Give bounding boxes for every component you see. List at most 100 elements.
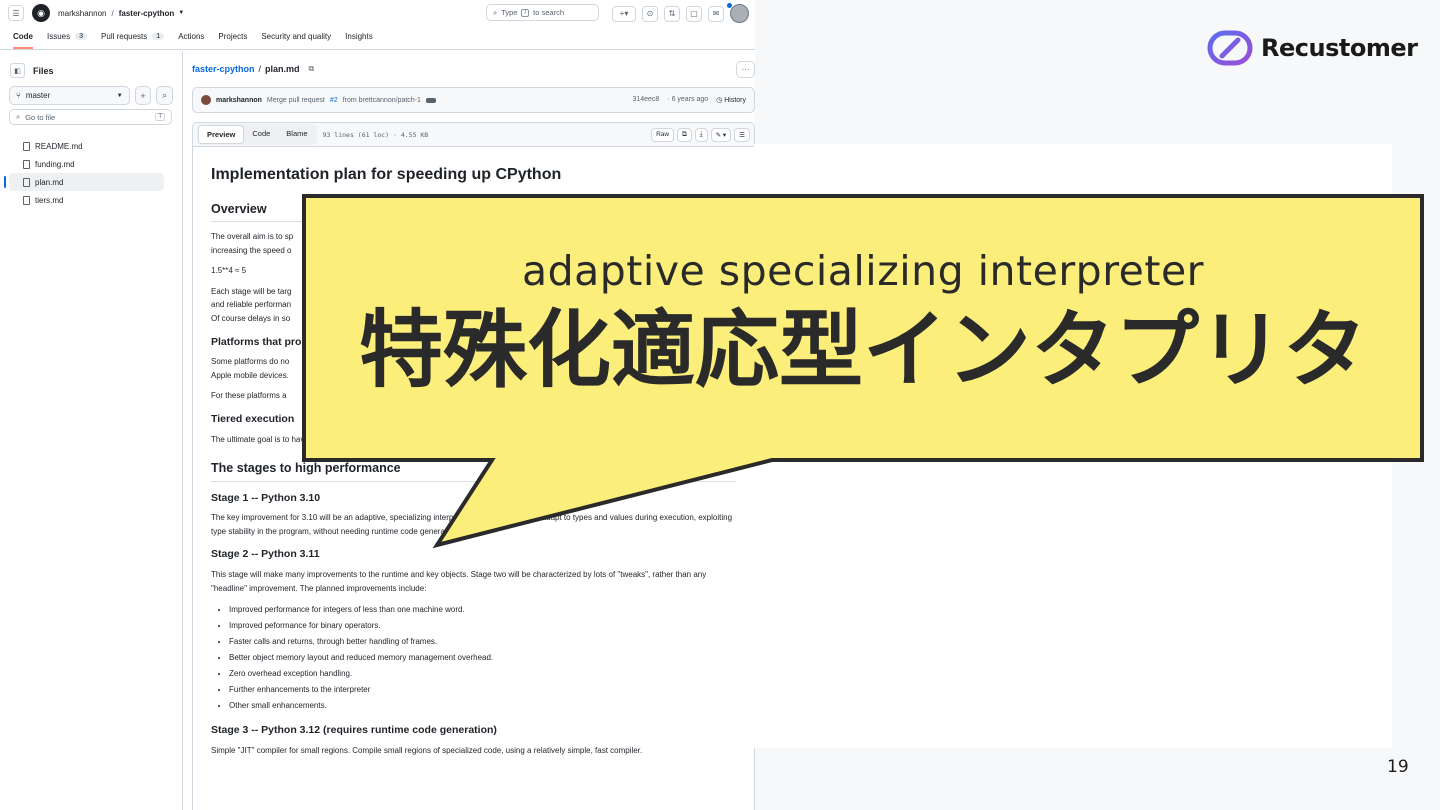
list-item: Improved peformance for binary operators…: [229, 618, 736, 634]
breadcrumb-separator: /: [111, 8, 114, 18]
download-icon[interactable]: ⤓: [694, 127, 708, 142]
file-tree-sidebar: ◧ Files ⑂ master ▼ + ⌕ ⌕ Go to file T RE…: [0, 51, 183, 810]
file-tree: README.md funding.md plan.md tiers.md: [0, 137, 182, 209]
issues-count: 3: [75, 33, 88, 40]
commit-meta: 314eec8 · 6 years ago ◷ History: [632, 96, 746, 104]
file-icon: [23, 195, 30, 205]
tree-item-tiers[interactable]: tiers.md: [9, 191, 164, 209]
collapse-panel-icon[interactable]: ◧: [10, 63, 25, 78]
preview-tab[interactable]: Preview: [198, 125, 245, 144]
recustomer-logo-icon: [1207, 30, 1253, 66]
paragraph: Simple "JIT" compiler for small regions.…: [211, 745, 643, 755]
search-files-button[interactable]: ⌕: [156, 86, 173, 105]
file-icon: [23, 159, 30, 169]
file-icon: [23, 177, 30, 187]
branch-icon: ⑂: [16, 91, 21, 100]
search-prefix: Type: [501, 8, 518, 17]
tab-insights[interactable]: Insights: [345, 32, 373, 49]
breadcrumb-file: plan.md: [265, 64, 300, 74]
commit-hash[interactable]: 314eec8: [632, 96, 659, 104]
search-suffix: to search: [533, 8, 564, 17]
issues-icon[interactable]: ⊙: [642, 5, 658, 22]
commit-message-start[interactable]: Merge pull request: [267, 97, 325, 104]
create-new-icon[interactable]: +▾: [612, 5, 636, 22]
chevron-down-icon[interactable]: ▼: [178, 10, 184, 16]
blame-tab[interactable]: Blame: [278, 125, 315, 144]
user-avatar[interactable]: [730, 4, 749, 23]
branch-selector[interactable]: ⑂ master ▼: [9, 86, 130, 105]
search-input[interactable]: ⌕ Type / to search: [486, 4, 599, 21]
file-toolbar: Preview Code Blame 93 lines (61 loc) · 4…: [193, 123, 754, 147]
search-icon: ⌕: [16, 112, 21, 121]
tree-item-funding[interactable]: funding.md: [9, 155, 164, 173]
header-actions: +▾ ⊙ ⇅ ▢ ✉: [612, 3, 749, 23]
raw-button[interactable]: Raw: [651, 127, 675, 142]
history-link[interactable]: ◷ History: [716, 96, 746, 104]
file-breadcrumb: faster-cpython / plan.md ⧉: [192, 51, 755, 87]
more-options-icon[interactable]: ···: [736, 61, 755, 78]
file-icon: [23, 141, 30, 151]
list-item: Further enhancements to the interpreter: [229, 682, 736, 698]
search-icon: ⌕: [493, 7, 498, 17]
go-to-file-input[interactable]: ⌕ Go to file T: [9, 109, 172, 125]
search-shortcut: /: [521, 8, 530, 17]
global-header: ☰ ◉ markshannon / faster-cpython ▼ ⌕ Typ…: [0, 0, 755, 26]
callout-subtitle: adaptive specializing interpreter: [521, 247, 1205, 295]
code-tab[interactable]: Code: [244, 125, 278, 144]
tree-item-plan[interactable]: plan.md: [4, 173, 164, 191]
edit-icon[interactable]: ✎ ▾: [710, 127, 732, 142]
list-item: Better object memory layout and reduced …: [229, 650, 736, 666]
heading-stages: The stages to high performance: [211, 460, 736, 482]
file-meta: 93 lines (61 loc) · 4.55 KB: [322, 130, 429, 139]
page-number: 19: [1387, 757, 1409, 777]
commit-message-end[interactable]: from brettcannon/patch-1: [343, 97, 421, 104]
github-logo-icon[interactable]: ◉: [32, 4, 50, 22]
files-header: ◧ Files: [0, 51, 182, 86]
chevron-down-icon: ▼: [116, 92, 123, 99]
pr-count: 1: [152, 33, 165, 40]
improvements-list: Improved performance for integers of les…: [229, 602, 736, 714]
outline-icon[interactable]: ☰: [734, 127, 750, 142]
heading-stage-3: Stage 3 -- Python 3.12 (requires runtime…: [211, 724, 497, 737]
tab-projects[interactable]: Projects: [218, 32, 247, 49]
add-file-button[interactable]: +: [134, 86, 152, 105]
recustomer-logo: Recustomer: [1207, 30, 1418, 66]
commit-author[interactable]: markshannon: [216, 97, 262, 104]
breadcrumb-separator: /: [258, 64, 262, 74]
copy-raw-icon[interactable]: ⧉: [677, 127, 692, 142]
list-item: Improved performance for integers of les…: [229, 602, 736, 618]
go-to-file-placeholder: Go to file: [25, 112, 56, 122]
tree-item-readme[interactable]: README.md: [9, 137, 164, 155]
menu-icon[interactable]: ☰: [8, 5, 24, 21]
copy-path-icon[interactable]: ⧉: [309, 64, 315, 74]
tab-security[interactable]: Security and quality: [261, 32, 331, 49]
paragraph: The key improvement for 3.10 will be an …: [211, 513, 733, 536]
heading-stage-2: Stage 2 -- Python 3.11: [211, 548, 320, 561]
branch-row: ⑂ master ▼ + ⌕: [0, 86, 182, 105]
paragraph: This stage will make many improvements t…: [211, 569, 707, 593]
history-icon: ◷: [716, 97, 723, 104]
logo-text: Recustomer: [1261, 34, 1418, 62]
tab-issues[interactable]: Issues 3: [47, 32, 88, 49]
commit-age: · 6 years ago: [667, 96, 709, 103]
tab-actions[interactable]: Actions: [178, 32, 204, 49]
inbox-icon[interactable]: ✉: [708, 5, 724, 22]
repo-owner-link[interactable]: markshannon: [58, 9, 106, 18]
repo-name-link[interactable]: faster-cpython: [119, 9, 175, 18]
latest-commit-bar: markshannon Merge pull request #2 from b…: [192, 87, 755, 113]
callout-text: adaptive specializing interpreter 特殊化適応型…: [304, 196, 1422, 460]
expand-message-icon[interactable]: [425, 97, 436, 103]
pull-requests-icon[interactable]: ⇅: [664, 5, 680, 22]
tab-code[interactable]: Code: [13, 32, 33, 49]
breadcrumb-repo-link[interactable]: faster-cpython: [192, 64, 255, 74]
view-mode-switch: Preview Code Blame: [197, 124, 317, 145]
copilot-icon[interactable]: ▢: [686, 5, 702, 22]
heading-stage-1: Stage 1 -- Python 3.10: [211, 491, 321, 504]
tab-pull-requests[interactable]: Pull requests 1: [101, 32, 165, 49]
doc-title: Implementation plan for speeding up CPyt…: [211, 166, 562, 183]
commit-pr-link[interactable]: #2: [330, 97, 338, 104]
author-avatar[interactable]: [201, 95, 211, 105]
slide: ☰ ◉ markshannon / faster-cpython ▼ ⌕ Typ…: [0, 0, 1440, 810]
notification-dot: [727, 3, 732, 8]
go-to-file-shortcut: T: [155, 113, 165, 121]
